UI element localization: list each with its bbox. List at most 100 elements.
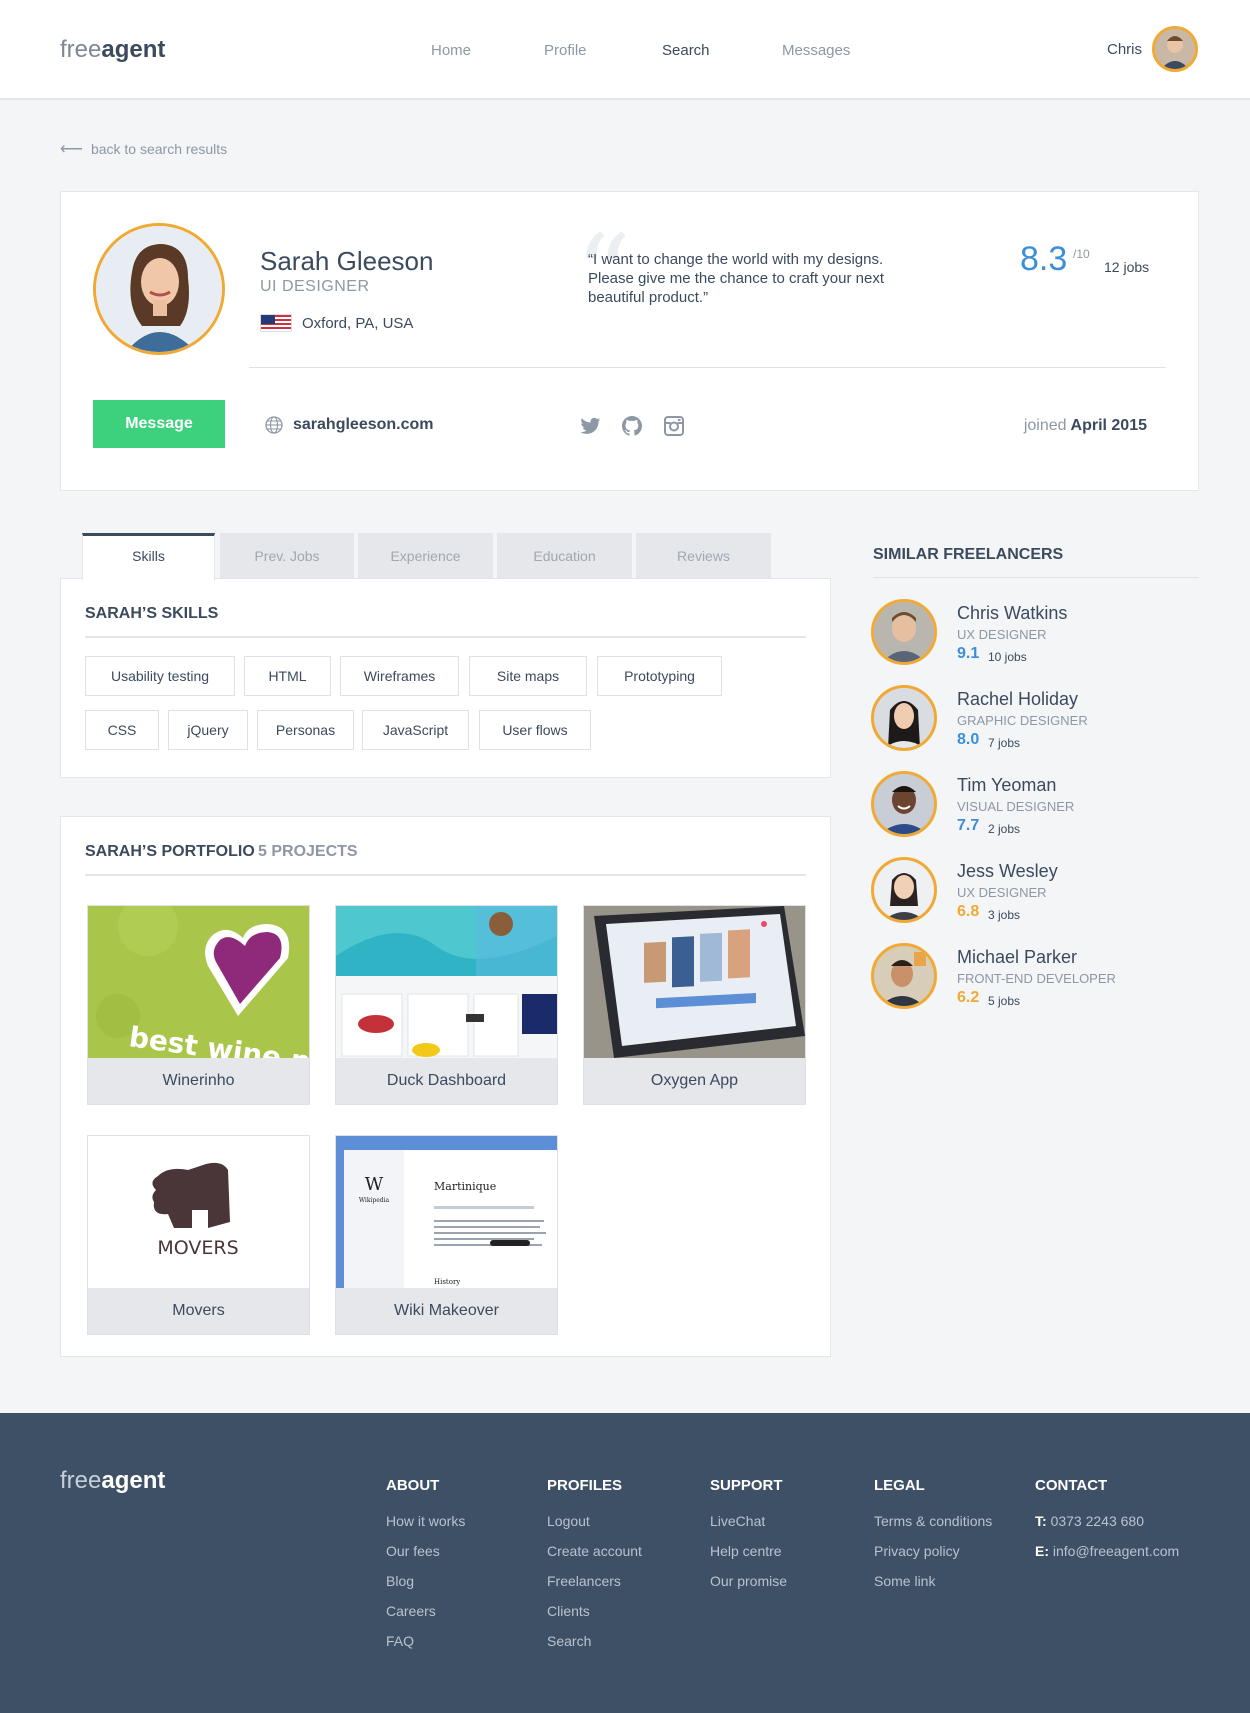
skills-panel: SARAH’S SKILLS Usability testing HTML Wi… [60, 578, 831, 778]
project-card[interactable]: W Wikipedia Martinique History Wiki Make… [335, 1135, 558, 1335]
profile-role: UI DESIGNER [260, 278, 370, 295]
skill-chip[interactable]: JavaScript [362, 710, 469, 750]
freelancer-item[interactable]: Tim Yeoman VISUAL DESIGNER 7.7 2 jobs [871, 771, 1201, 841]
nav-messages[interactable]: Messages [782, 42, 850, 59]
divider [873, 577, 1199, 578]
logo[interactable]: freeagent [60, 36, 165, 64]
divider [249, 367, 1166, 368]
footer-link[interactable]: Search [547, 1626, 642, 1656]
freelancer-avatar[interactable] [871, 771, 937, 837]
tab-education[interactable]: Education [497, 533, 632, 579]
project-thumbnail [336, 906, 557, 1058]
profile-name: Sarah Gleeson [260, 246, 434, 276]
skills-title: SARAH’S SKILLS [85, 605, 219, 622]
freelancer-avatar[interactable] [871, 599, 937, 665]
skill-chip[interactable]: Prototyping [597, 656, 722, 696]
user-avatar[interactable] [1152, 26, 1198, 72]
contact-email[interactable]: E: info@freeagent.com [1035, 1536, 1179, 1566]
freelancer-score: 9.1 [957, 645, 980, 662]
project-card[interactable]: Oxygen App [583, 905, 806, 1105]
portfolio-title: SARAH’S PORTFOLIO [85, 843, 255, 860]
portfolio-count: 5 PROJECTS [258, 843, 358, 860]
footer-link[interactable]: LiveChat [710, 1506, 787, 1536]
profile-quote: “I want to change the world with my desi… [588, 251, 884, 306]
github-icon[interactable] [620, 414, 644, 438]
profile-location: Oxford, PA, USA [260, 314, 413, 332]
freelancer-item[interactable]: Rachel Holiday GRAPHIC DESIGNER 8.0 7 jo… [871, 685, 1201, 755]
footer-link[interactable]: Terms & conditions [874, 1506, 992, 1536]
tab-prev-jobs[interactable]: Prev. Jobs [220, 533, 354, 579]
skill-chip[interactable]: Personas [257, 710, 354, 750]
freelancer-score: 6.2 [957, 989, 980, 1006]
user-name: Chris [1106, 40, 1142, 58]
arrow-left-icon: ⟵ [60, 141, 83, 158]
footer-link[interactable]: Create account [547, 1536, 642, 1566]
project-card[interactable]: best wine near Winerinho [87, 905, 310, 1105]
social-links [578, 414, 704, 438]
svg-text:W: W [365, 1174, 384, 1195]
contact-phone[interactable]: T: 0373 2243 680 [1035, 1506, 1179, 1536]
freelancer-score: 6.8 [957, 903, 980, 920]
tab-experience[interactable]: Experience [358, 533, 493, 579]
footer-link[interactable]: Clients [547, 1596, 642, 1626]
divider [85, 636, 806, 638]
skill-chip[interactable]: Site maps [469, 656, 587, 696]
footer-legal: LEGAL Terms & conditions Privacy policy … [874, 1477, 992, 1596]
footer-link[interactable]: Help centre [710, 1536, 787, 1566]
instagram-icon[interactable] [662, 414, 686, 438]
project-card[interactable]: Duck Dashboard [335, 905, 558, 1105]
footer-link[interactable]: Some link [874, 1566, 992, 1596]
footer-profiles: PROFILES Logout Create account Freelance… [547, 1477, 642, 1656]
freelancer-avatar[interactable] [871, 943, 937, 1009]
joined-date: joined April 2015 [1023, 417, 1147, 434]
skill-chip[interactable]: HTML [244, 656, 331, 696]
footer-link[interactable]: Blog [386, 1566, 465, 1596]
footer-link[interactable]: Privacy policy [874, 1536, 992, 1566]
project-title: Oxygen App [650, 1072, 739, 1089]
footer-link[interactable]: Our fees [386, 1536, 465, 1566]
freelancer-score: 8.0 [957, 731, 980, 748]
skill-chip[interactable]: jQuery [168, 710, 248, 750]
skill-chip[interactable]: CSS [85, 710, 159, 750]
nav-home[interactable]: Home [431, 42, 471, 59]
project-title: Winerinho [162, 1072, 235, 1089]
nav-search[interactable]: Search [662, 42, 710, 59]
nav-profile[interactable]: Profile [544, 42, 587, 59]
back-link[interactable]: ⟵ back to search results [60, 139, 227, 159]
freelancer-item[interactable]: Chris Watkins UX DESIGNER 9.1 10 jobs [871, 599, 1201, 669]
user-menu[interactable]: Chris [1107, 26, 1198, 72]
footer-link[interactable]: Logout [547, 1506, 642, 1536]
project-card[interactable]: MOVERS Movers [87, 1135, 310, 1335]
divider [85, 874, 806, 876]
project-title: Wiki Makeover [394, 1302, 499, 1319]
tab-reviews[interactable]: Reviews [636, 533, 771, 579]
project-title: Duck Dashboard [386, 1072, 507, 1089]
profile-avatar [93, 223, 225, 355]
footer-link[interactable]: Freelancers [547, 1566, 642, 1596]
twitter-icon[interactable] [578, 414, 602, 438]
footer-link[interactable]: FAQ [386, 1626, 465, 1656]
freelancer-score: 7.7 [957, 817, 980, 834]
similar-title: SIMILAR FREELANCERS [873, 546, 1064, 563]
freelancer-avatar[interactable] [871, 685, 937, 751]
project-thumbnail: MOVERS [88, 1136, 309, 1288]
rating-scale: /10 [1073, 247, 1090, 261]
skill-chip[interactable]: Usability testing [85, 656, 235, 696]
profile-rating: 8.3 [1020, 240, 1068, 278]
freelancer-item[interactable]: Jess Wesley UX DESIGNER 6.8 3 jobs [871, 857, 1201, 927]
top-header: freeagent Home Profile Search Messages C… [0, 0, 1250, 100]
svg-text:Wikipedia: Wikipedia [359, 1197, 390, 1204]
footer-link[interactable]: Our promise [710, 1566, 787, 1596]
footer-link[interactable]: How it works [386, 1506, 465, 1536]
footer-logo[interactable]: freeagent [60, 1467, 165, 1495]
freelancer-avatar[interactable] [871, 857, 937, 923]
project-thumbnail: best wine near [88, 906, 309, 1058]
footer-link[interactable]: Careers [386, 1596, 465, 1626]
tab-skills[interactable]: Skills [82, 533, 215, 580]
skill-chip[interactable]: User flows [479, 710, 591, 750]
freelancer-item[interactable]: Michael Parker FRONT-END DEVELOPER 6.2 5… [871, 943, 1201, 1013]
message-button[interactable]: Message [93, 400, 225, 448]
skill-chip[interactable]: Wireframes [340, 656, 459, 696]
project-thumbnail: W Wikipedia Martinique History [336, 1136, 557, 1288]
website-link[interactable]: sarahgleeson.com [265, 416, 434, 434]
